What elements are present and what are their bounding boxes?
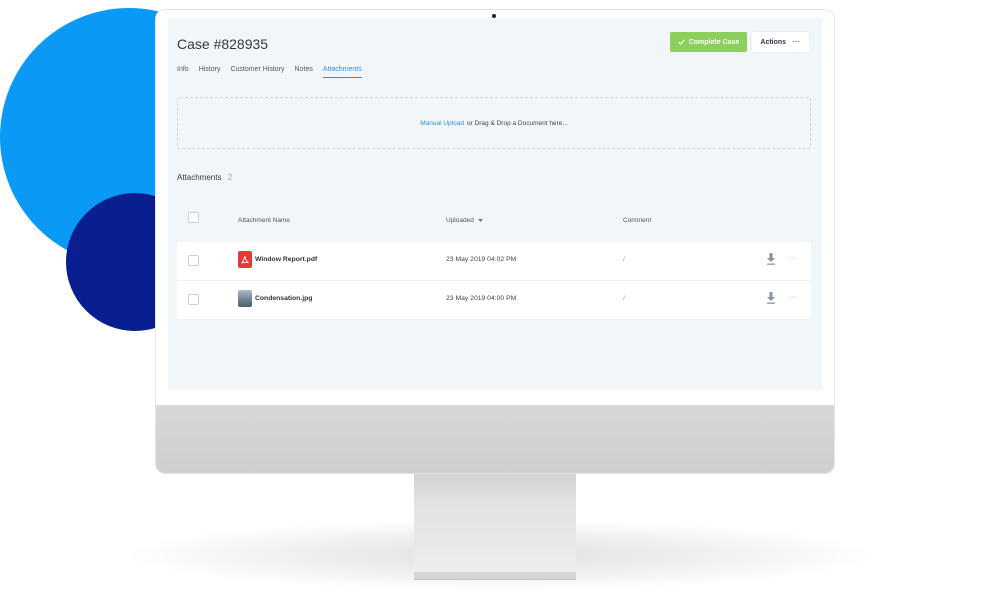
attachments-heading: Attachments 2 — [177, 173, 232, 182]
complete-case-button[interactable]: Complete Case — [670, 32, 747, 52]
table-row[interactable]: Condensation.jpg 23 May 2019 04:00 PM / … — [177, 281, 811, 320]
download-icon[interactable] — [766, 292, 776, 304]
tab-info[interactable]: Info — [177, 66, 189, 78]
sort-down-icon — [477, 219, 483, 222]
attachment-name[interactable]: Condensation.jpg — [255, 295, 312, 302]
image-thumbnail — [238, 290, 252, 307]
column-header-comment[interactable]: Comment — [623, 217, 651, 224]
check-icon — [677, 39, 685, 45]
table-row[interactable]: Window Report.pdf 23 May 2019 04:02 PM /… — [177, 242, 811, 281]
attachment-uploaded: 23 May 2019 04:00 PM — [446, 295, 517, 302]
attachment-comment: / — [623, 256, 625, 263]
monitor-frame: Case #828935 Complete Case Actions ··· I… — [156, 10, 834, 473]
row-more-icon[interactable]: ··· — [789, 294, 798, 301]
row-checkbox[interactable] — [188, 255, 199, 266]
dropzone-text: or Drag & Drop a Document here... — [466, 119, 568, 127]
more-dots-icon: ··· — [792, 38, 801, 46]
column-header-uploaded-label: Uploaded — [446, 217, 474, 224]
attachments-heading-label: Attachments — [177, 173, 222, 182]
monitor-stand — [414, 470, 576, 578]
case-tabs: Info History Customer History Notes Atta… — [177, 66, 362, 78]
monitor-stand-base — [414, 572, 576, 580]
monitor-chin — [156, 405, 834, 473]
row-checkbox[interactable] — [188, 294, 199, 305]
tab-history[interactable]: History — [199, 66, 221, 78]
column-header-uploaded[interactable]: Uploaded — [446, 217, 483, 224]
column-header-name[interactable]: Attachment Name — [238, 217, 290, 224]
tab-attachments[interactable]: Attachments — [322, 66, 362, 78]
app-screen: Case #828935 Complete Case Actions ··· I… — [168, 18, 822, 390]
attachments-count: 2 — [227, 173, 233, 182]
row-more-icon[interactable]: ··· — [789, 255, 798, 262]
attachment-comment: / — [623, 295, 625, 302]
tab-notes[interactable]: Notes — [295, 66, 313, 78]
upload-dropzone[interactable]: Manual Upload or Drag & Drop a Document … — [177, 97, 811, 149]
actions-button[interactable]: Actions ··· — [752, 32, 809, 52]
attachment-name[interactable]: Window Report.pdf — [255, 256, 317, 263]
attachment-uploaded: 23 May 2019 04:02 PM — [446, 256, 517, 263]
manual-upload-link[interactable]: Manual Upload — [420, 120, 464, 127]
actions-label: Actions — [760, 38, 787, 46]
page-title: Case #828935 — [177, 36, 269, 52]
download-icon[interactable] — [766, 253, 776, 265]
pdf-icon — [238, 251, 252, 268]
complete-case-label: Complete Case — [688, 38, 740, 46]
select-all-checkbox[interactable] — [188, 212, 199, 223]
tab-customer-history[interactable]: Customer History — [230, 66, 284, 78]
